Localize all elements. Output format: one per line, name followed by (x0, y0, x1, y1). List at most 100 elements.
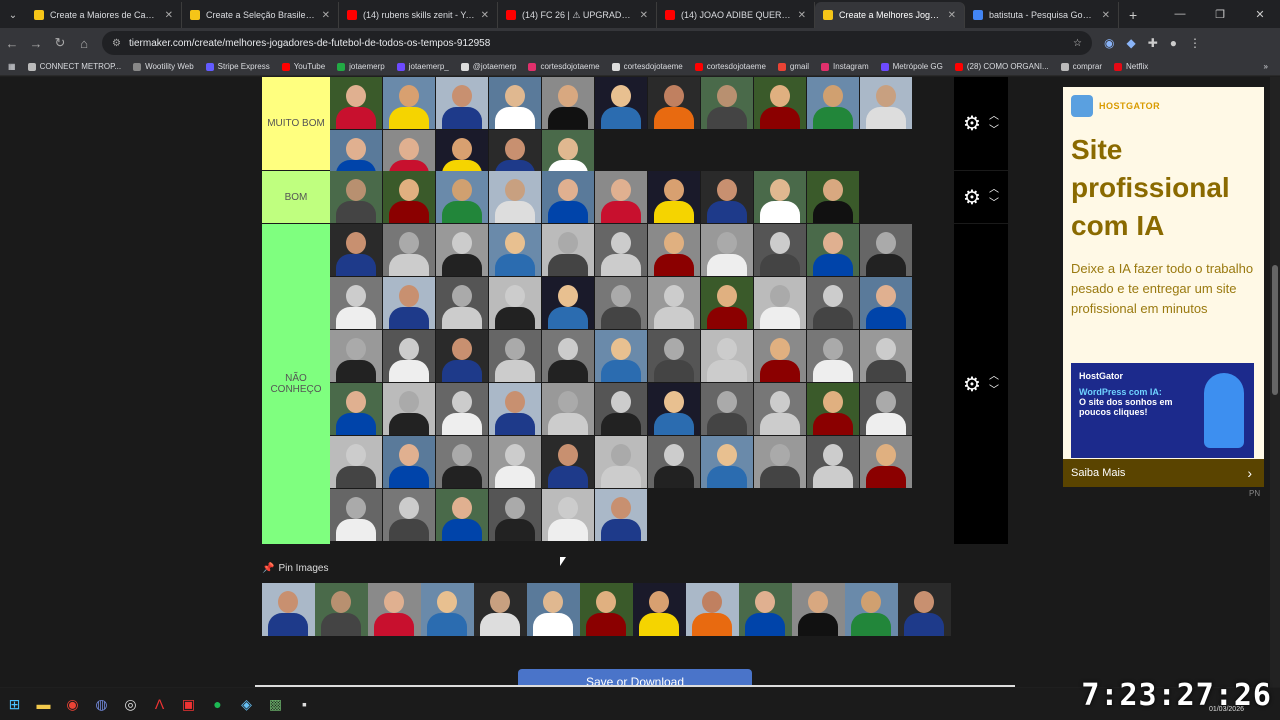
player-image[interactable] (701, 330, 753, 382)
chevron-down-icon[interactable]: ﹀ (989, 197, 999, 211)
player-image[interactable] (595, 277, 647, 329)
more-bookmarks-icon[interactable]: » (1264, 62, 1268, 71)
extension-icon[interactable]: ◉ (1104, 36, 1114, 50)
bookmark-item[interactable]: CONNECT METROP... (27, 62, 121, 71)
player-image[interactable] (595, 330, 647, 382)
player-image[interactable] (860, 77, 912, 129)
player-image[interactable] (686, 583, 739, 636)
player-image[interactable] (595, 489, 647, 541)
player-image[interactable] (595, 436, 647, 488)
app-icon[interactable]: Λ (145, 688, 174, 720)
player-image[interactable] (315, 583, 368, 636)
player-image[interactable] (807, 330, 859, 382)
file-explorer-icon[interactable]: ▬ (29, 688, 58, 720)
restore-icon[interactable]: ❐ (1200, 0, 1240, 28)
player-image[interactable] (754, 436, 806, 488)
extension-icon[interactable]: ◆ (1126, 36, 1135, 50)
player-image[interactable] (648, 330, 700, 382)
browser-tab[interactable]: Create a Melhores Jogadores D ✕ (815, 2, 965, 28)
player-image[interactable] (330, 277, 382, 329)
bookmark-item[interactable]: gmail (777, 62, 809, 71)
player-image[interactable] (595, 171, 647, 223)
tier-label[interactable]: BOM (262, 171, 330, 223)
player-image[interactable] (807, 224, 859, 276)
player-image[interactable] (860, 436, 912, 488)
player-image[interactable] (580, 583, 633, 636)
tier-label[interactable]: MUITO BOM (262, 77, 330, 170)
menu-icon[interactable]: ⋮ (1189, 36, 1201, 50)
minimize-icon[interactable]: — (1160, 0, 1200, 28)
player-image[interactable] (807, 171, 859, 223)
player-image[interactable] (330, 436, 382, 488)
tab-close-icon[interactable]: ✕ (165, 10, 173, 21)
bookmark-item[interactable]: jotaemerp (337, 62, 385, 71)
app-icon[interactable]: ▩ (261, 688, 290, 720)
player-image[interactable] (807, 77, 859, 129)
player-image[interactable] (754, 330, 806, 382)
player-image[interactable] (860, 383, 912, 435)
player-image[interactable] (489, 77, 541, 129)
player-image[interactable] (542, 77, 594, 129)
player-image[interactable] (542, 277, 594, 329)
apps-icon[interactable]: ▦ (8, 62, 16, 71)
player-image[interactable] (595, 77, 647, 129)
player-image[interactable] (701, 77, 753, 129)
player-image[interactable] (860, 330, 912, 382)
player-image[interactable] (701, 383, 753, 435)
home-icon[interactable]: ⌂ (72, 36, 96, 51)
bookmark-star-icon[interactable]: ☆ (1073, 38, 1082, 49)
player-image[interactable] (368, 583, 421, 636)
bookmark-item[interactable]: Wootility Web (133, 62, 194, 71)
scrollbar-thumb[interactable] (1272, 265, 1278, 395)
browser-tab[interactable]: Create a Seleção Brasileira - 20 ✕ (182, 2, 339, 28)
player-image[interactable] (330, 77, 382, 129)
player-image[interactable] (474, 583, 527, 636)
tab-close-icon[interactable]: ✕ (640, 10, 648, 21)
player-image[interactable] (739, 583, 792, 636)
player-image[interactable] (648, 224, 700, 276)
pin-images-toggle[interactable]: 📌 Pin Images (262, 563, 328, 574)
player-image[interactable] (633, 583, 686, 636)
player-image[interactable] (489, 436, 541, 488)
player-image[interactable] (436, 77, 488, 129)
browser-tab[interactable]: (14) JOAO ADIBE QUER O FIM ✕ (657, 2, 815, 28)
player-image[interactable] (648, 383, 700, 435)
gear-icon[interactable]: ⚙ (963, 185, 981, 210)
bookmark-item[interactable]: Metrópole GG (880, 62, 943, 71)
player-image[interactable] (489, 489, 541, 541)
player-image[interactable] (262, 583, 315, 636)
player-image[interactable] (648, 171, 700, 223)
player-image[interactable] (383, 224, 435, 276)
player-image[interactable] (860, 224, 912, 276)
tab-close-icon[interactable]: ✕ (322, 10, 330, 21)
forward-icon[interactable]: → (24, 36, 48, 51)
player-image[interactable] (330, 224, 382, 276)
chevron-down-icon[interactable]: ﹀ (989, 124, 999, 138)
player-image[interactable] (489, 383, 541, 435)
bookmark-item[interactable]: comprar (1060, 62, 1102, 71)
spotify-icon[interactable]: ● (203, 688, 232, 720)
player-image[interactable] (330, 330, 382, 382)
player-image[interactable] (860, 277, 912, 329)
player-image[interactable] (701, 224, 753, 276)
player-image[interactable] (436, 277, 488, 329)
app-icon[interactable]: ▪ (290, 688, 319, 720)
bookmark-item[interactable]: jotaemerp_ (396, 62, 449, 71)
browser-tab[interactable]: batistuta - Pesquisa Google ✕ (965, 2, 1119, 28)
browser-tab[interactable]: (14) rubens skills zenit - YouTu ✕ (339, 2, 498, 28)
player-image[interactable] (542, 383, 594, 435)
player-image[interactable] (383, 489, 435, 541)
player-image[interactable] (383, 383, 435, 435)
player-image[interactable] (383, 171, 435, 223)
player-image[interactable] (421, 583, 474, 636)
player-image[interactable] (792, 583, 845, 636)
player-image[interactable] (542, 489, 594, 541)
bookmark-item[interactable]: YouTube (281, 62, 325, 71)
bookmark-item[interactable]: @jotaemerp (460, 62, 516, 71)
player-image[interactable] (383, 277, 435, 329)
tab-close-icon[interactable]: ✕ (481, 10, 489, 21)
bookmark-item[interactable]: Instagram (821, 62, 869, 71)
player-image[interactable] (648, 77, 700, 129)
player-image[interactable] (436, 383, 488, 435)
player-image[interactable] (330, 489, 382, 541)
